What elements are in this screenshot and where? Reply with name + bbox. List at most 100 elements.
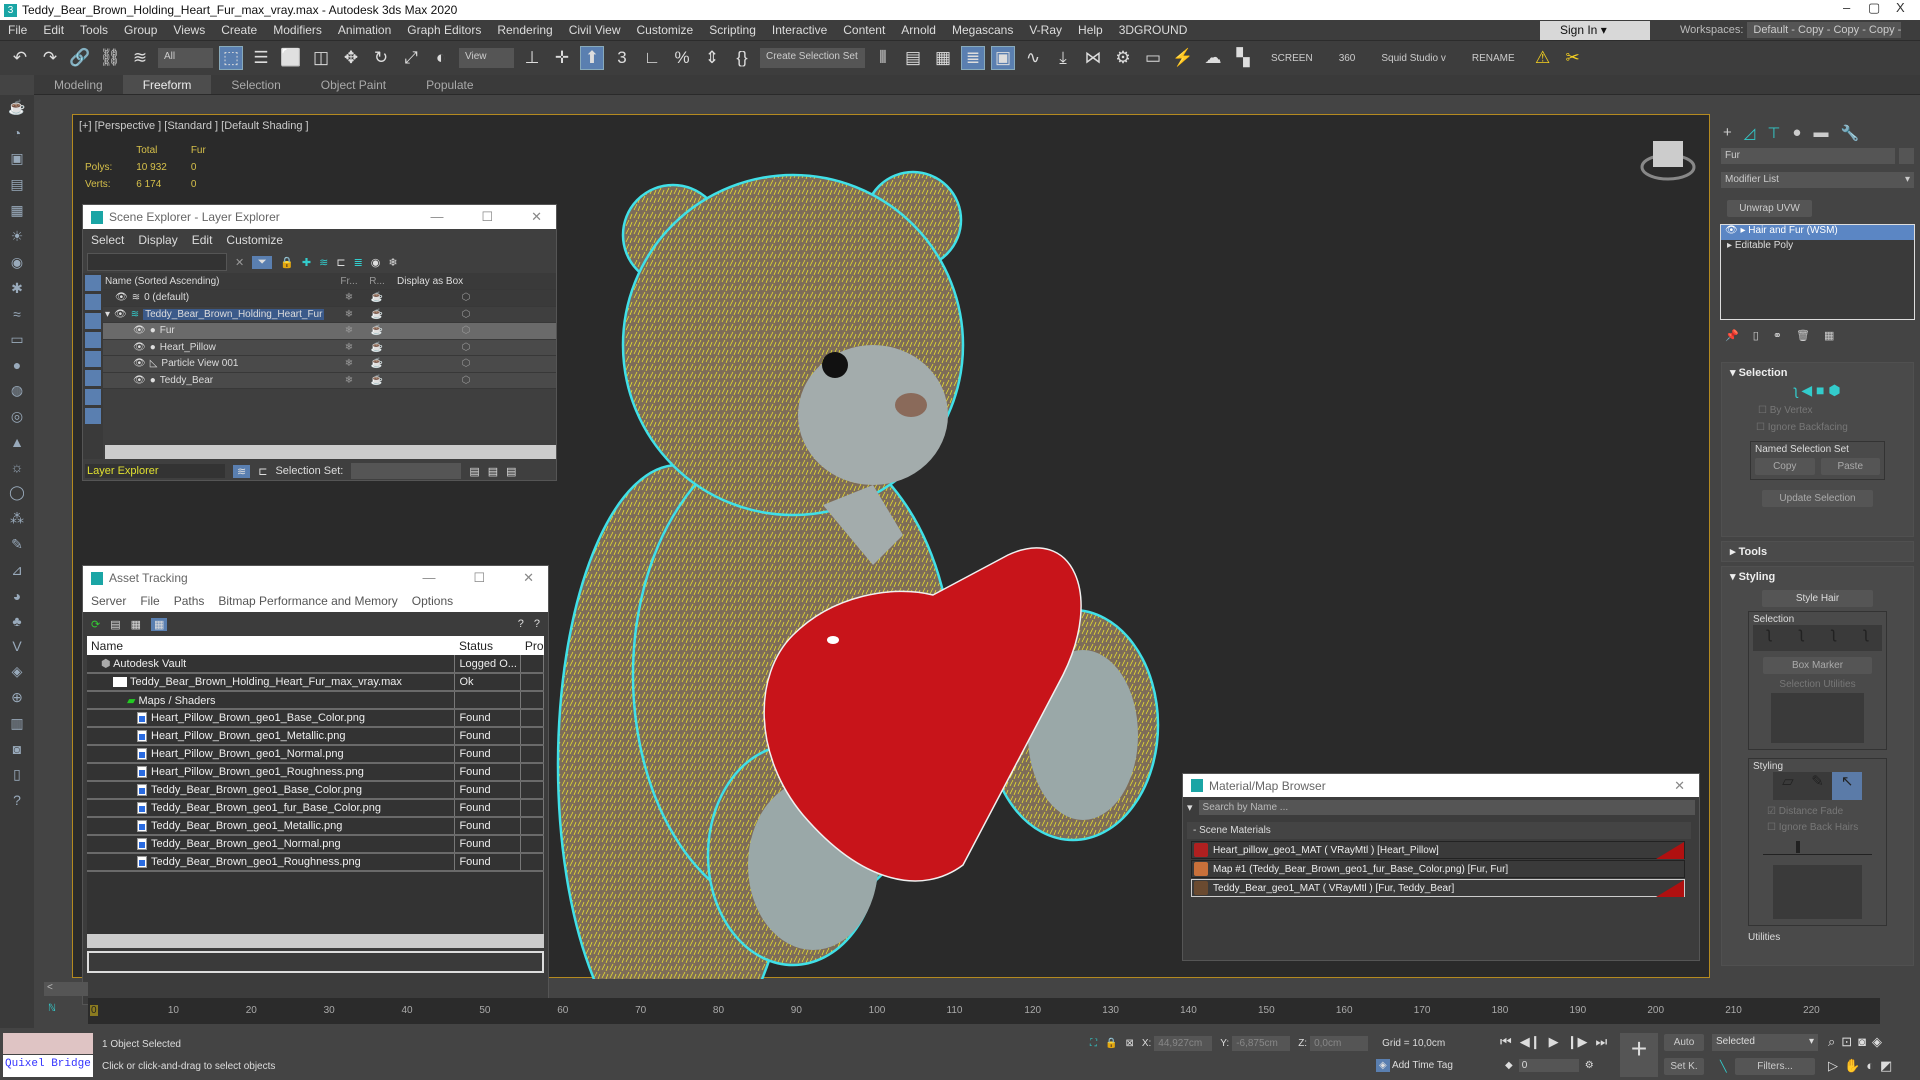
squid-studio-button[interactable]: Squid Studio v	[1371, 53, 1456, 64]
horizontal-scrollbar[interactable]	[87, 934, 544, 948]
menu-customize[interactable]: Customize	[226, 233, 283, 247]
camera-filter-icon[interactable]	[85, 332, 101, 348]
spacewarp-filter-icon[interactable]	[85, 370, 101, 386]
prev-frame-icon[interactable]: ◀❙	[1520, 1034, 1541, 1050]
guide-icon[interactable]: ʅ	[1794, 382, 1797, 398]
lock-icon[interactable]: 🔒	[280, 256, 294, 269]
viewcube-icon[interactable]	[1640, 141, 1696, 181]
fov-icon[interactable]: ▷	[1828, 1058, 1838, 1074]
render-teapot-icon[interactable]: ☕	[363, 358, 391, 369]
placement-icon[interactable]: ◐	[429, 46, 453, 70]
physical-icon[interactable]: ◈	[7, 663, 27, 680]
search-options-icon[interactable]: ▾	[1187, 801, 1193, 814]
pin-icon[interactable]: 📌	[1725, 329, 1739, 342]
menu-animation[interactable]: Animation	[330, 23, 399, 37]
asset-row[interactable]: Heart_Pillow_Brown_geo1_Roughness.png Fou…	[87, 763, 544, 782]
hierarchy-tab-icon[interactable]: ⊤	[1767, 124, 1780, 142]
display-box-icon[interactable]: ⬡	[391, 309, 541, 320]
asset-row[interactable]: ▰ Maps / Shaders	[87, 691, 544, 710]
hierarchy-icon[interactable]: ▤	[7, 176, 27, 193]
key-tangent-icon[interactable]: ╲	[1720, 1060, 1727, 1073]
minimize-icon[interactable]: —	[422, 570, 435, 586]
menu-scripting[interactable]: Scripting	[701, 23, 764, 37]
layer-row[interactable]: 👁 ≋ 0 (default) ❄ ☕ ⬡	[103, 290, 556, 307]
menu-graph-editors[interactable]: Graph Editors	[399, 23, 489, 37]
globe-icon[interactable]: ◕	[7, 588, 27, 604]
asset-row[interactable]: Heart_Pillow_Brown_geo1_Base_Color.png Fo…	[87, 709, 544, 728]
asset-row[interactable]: Heart_Pillow_Brown_geo1_Metallic.png Foun…	[87, 727, 544, 746]
layer-row[interactable]: 👁 ● Heart_Pillow ❄ ☕ ⬡	[103, 339, 556, 356]
selection-rollout-title[interactable]: ▾ Selection	[1722, 363, 1913, 382]
unlink-icon[interactable]: ⛓	[98, 46, 122, 70]
dope-sheet-icon[interactable]: ⤓	[1051, 46, 1075, 70]
percent-snap-icon[interactable]: %	[670, 46, 694, 70]
pivot-icon[interactable]: ⊥	[520, 46, 544, 70]
isolate-icon[interactable]: ⛶	[1090, 1038, 1097, 1049]
menu-group[interactable]: Group	[116, 23, 165, 37]
material-item[interactable]: Heart_pillow_geo1_MAT ( VRayMtl ) [Heart…	[1191, 841, 1685, 859]
menu-rendering[interactable]: Rendering	[489, 23, 560, 37]
menu-edit[interactable]: Edit	[35, 23, 72, 37]
layer-row[interactable]: 👁 ● Teddy_Bear ❄ ☕ ⬡	[103, 372, 556, 389]
scale-icon[interactable]: ⤢	[399, 46, 423, 70]
zoom-all-icon[interactable]: ⊡	[1841, 1034, 1852, 1050]
hair-brush-icons[interactable]	[1773, 865, 1862, 919]
ignore-back-hairs-checkbox[interactable]: ☐ Ignore Back Hairs	[1767, 822, 1882, 833]
menu-edit[interactable]: Edit	[192, 233, 213, 247]
rect-selection-icon[interactable]: ⬜	[279, 46, 303, 70]
freeze-icon[interactable]: ❄	[335, 292, 363, 303]
unique-icon[interactable]: ⚭	[1773, 329, 1782, 342]
snap-icon[interactable]: 3	[610, 46, 634, 70]
geometry-filter-icon[interactable]	[85, 275, 101, 291]
hide-icon[interactable]: ◉	[371, 256, 381, 269]
spinner-snap-icon[interactable]: ⇕	[700, 46, 724, 70]
menu-file[interactable]: File	[140, 594, 159, 608]
measure-icon[interactable]: ⊿	[7, 562, 27, 579]
refresh-icon[interactable]: ⟳	[91, 618, 100, 631]
hair-select-icons[interactable]: ʅʅʅʅ	[1753, 625, 1882, 651]
asset-row[interactable]: Teddy_Bear_Brown_geo1_Roughness.png Found	[87, 853, 544, 872]
render-elements-icon[interactable]: ▥	[7, 715, 27, 732]
configure-icon[interactable]: ▦	[1824, 329, 1834, 342]
menu-paths[interactable]: Paths	[174, 594, 205, 608]
add-layer-icon[interactable]: ✚	[302, 256, 311, 269]
box-column-header[interactable]: Display as Box	[391, 276, 463, 287]
display-tab-icon[interactable]: ▬	[1813, 124, 1828, 142]
menu-v-ray[interactable]: V-Ray	[1021, 23, 1070, 37]
menu-tools[interactable]: Tools	[72, 23, 116, 37]
render-setup-icon[interactable]: ⚙	[1111, 46, 1135, 70]
selection-set-dropdown[interactable]	[351, 463, 462, 479]
unwrap-uvw-button[interactable]: Unwrap UVW	[1727, 200, 1812, 217]
key-filter-dropdown[interactable]: Selected ▾	[1712, 1034, 1818, 1051]
menu-display[interactable]: Display	[138, 233, 177, 247]
render-column-header[interactable]: R...	[363, 276, 391, 287]
group-filter-icon[interactable]	[85, 389, 101, 405]
asset-row[interactable]: Teddy_Bear_Brown_geo1_Base_Color.png Foun…	[87, 781, 544, 800]
horizontal-scrollbar[interactable]	[105, 445, 556, 459]
tools-rollout[interactable]: ▸ Tools	[1721, 541, 1914, 562]
zoom-extents-icon[interactable]: ◙	[1858, 1034, 1866, 1050]
clear-icon[interactable]: ✕	[235, 256, 244, 269]
freeze-icon[interactable]: ❄	[335, 375, 363, 386]
plant-icon[interactable]: ♣	[7, 613, 27, 629]
expand-icon[interactable]: ▾	[105, 309, 110, 320]
stack-item-hair-and-fur[interactable]: 👁 ▸ Hair and Fur (WSM)	[1721, 225, 1914, 240]
select-icon[interactable]: ▤	[469, 465, 479, 478]
search-input[interactable]: Search by Name ...	[1198, 800, 1695, 815]
vray-icon[interactable]: V	[7, 638, 27, 654]
tab-object-paint[interactable]: Object Paint	[301, 75, 406, 94]
curve-editor-icon[interactable]: ∿	[1021, 46, 1045, 70]
curve-editor-mini-icon[interactable]: ℕ	[48, 1003, 56, 1014]
go-to-start-icon[interactable]: ⏮	[1500, 1034, 1512, 1050]
ribbon-icon[interactable]: ▣	[991, 46, 1015, 70]
close-icon[interactable]: ✕	[523, 570, 534, 586]
utilities-tab-icon[interactable]: 🔧	[1840, 124, 1859, 142]
select-icon-3[interactable]: ▤	[506, 465, 516, 478]
schematic-view-icon[interactable]: ⋈	[1081, 46, 1105, 70]
visibility-eye-icon[interactable]: 👁	[115, 292, 128, 303]
lock-selection-icon[interactable]: 🔒	[1105, 1038, 1117, 1049]
vault-help-icon[interactable]: ?	[534, 618, 540, 630]
undo-icon[interactable]: ↶	[8, 46, 32, 70]
visibility-eye-icon[interactable]: 👁	[133, 375, 146, 386]
asset-row[interactable]: Teddy_Bear_Brown_geo1_Normal.png Found	[87, 835, 544, 854]
